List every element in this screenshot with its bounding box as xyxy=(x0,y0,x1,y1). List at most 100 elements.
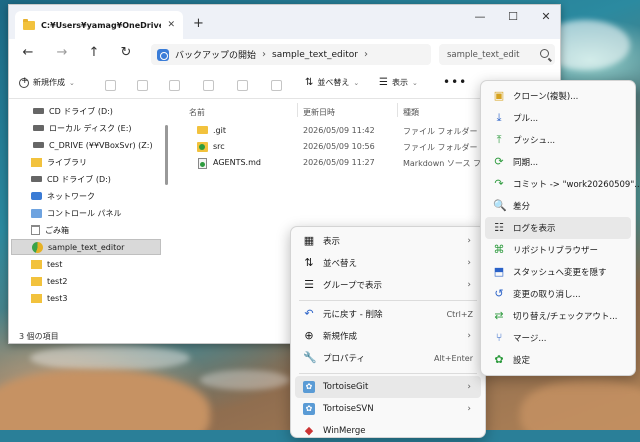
menu-item-view[interactable]: ▦ 表示 › xyxy=(295,230,481,252)
git-menu-item-diff[interactable]: 🔍 差分 xyxy=(485,195,631,217)
menu-item-label: プロパティ xyxy=(323,354,365,364)
chevron-right-icon: › xyxy=(467,280,471,290)
close-button[interactable]: ✕ xyxy=(535,10,557,23)
column-header-type[interactable]: 種類 xyxy=(403,107,419,118)
address-bar[interactable]: バックアップの開始 › sample_text_editor › xyxy=(151,44,431,65)
sidebar-item-c-drive[interactable]: C_DRIVE (¥¥VBoxSvr) (Z:) xyxy=(33,137,185,153)
minimize-button[interactable]: — xyxy=(469,10,491,23)
sidebar-item-label: test xyxy=(47,259,63,269)
scrollbar[interactable] xyxy=(165,125,168,185)
new-label: 新規作成 xyxy=(33,78,65,87)
new-tab-button[interactable]: + xyxy=(193,16,204,31)
wallpaper-sand xyxy=(0,370,210,430)
sidebar-item-sample-text-editor[interactable]: sample_text_editor xyxy=(11,239,161,255)
menu-item-label: マージ... xyxy=(513,334,547,344)
chevron-down-icon: ⌄ xyxy=(411,78,418,87)
forward-button[interactable]: → xyxy=(53,45,71,60)
menu-item-label: コミット -> "work20260509"... xyxy=(513,180,640,190)
file-date: 2026/05/09 11:27 xyxy=(303,158,375,167)
git-menu-item-switch[interactable]: ⇄ 切り替え/チェックアウト... xyxy=(485,305,631,327)
navigation-bar: ← → ↑ ↻ バックアップの開始 › sample_text_editor ›… xyxy=(9,39,560,69)
settings-icon: ✿ xyxy=(494,353,504,366)
more-options-button[interactable]: ••• xyxy=(443,75,467,89)
sidebar-item-control-panel[interactable]: コントロール パネル xyxy=(31,205,183,221)
drive-icon xyxy=(33,125,44,131)
view-button[interactable]: ☰ 表示 ⌄ xyxy=(379,77,418,88)
git-menu-item-sync[interactable]: ⟳ 同期... xyxy=(485,151,631,173)
menu-item-label: プル... xyxy=(513,114,539,124)
chevron-down-icon: ⌄ xyxy=(353,78,360,87)
column-header-date[interactable]: 更新日時 xyxy=(303,107,335,118)
menu-item-tortoisegit[interactable]: ✿ TortoiseGit › xyxy=(295,376,481,398)
up-button[interactable]: ↑ xyxy=(85,45,103,60)
menu-item-new[interactable]: ⊕ 新規作成 › xyxy=(295,325,481,347)
sidebar-item-label: コントロール パネル xyxy=(47,208,122,218)
menu-item-label: 切り替え/チェックアウト... xyxy=(513,312,618,322)
share-icon[interactable] xyxy=(237,80,248,91)
sidebar-item-cd-drive-2[interactable]: CD ドライブ (D:) xyxy=(31,171,183,187)
git-menu-item-pull[interactable]: ⤓ プル... xyxy=(485,107,631,129)
file-date: 2026/05/09 11:42 xyxy=(303,126,375,135)
rename-icon[interactable] xyxy=(203,80,214,91)
sort-button[interactable]: ⇅ 並べ替え ⌄ xyxy=(305,77,359,88)
breadcrumb-item[interactable]: バックアップの開始 xyxy=(175,48,256,61)
chevron-right-icon[interactable]: › xyxy=(364,49,368,60)
sidebar-item-test2[interactable]: test2 xyxy=(31,273,183,289)
copy-icon[interactable] xyxy=(137,80,148,91)
git-menu-item-show-log[interactable]: ☷ ログを表示 xyxy=(485,217,631,239)
search-input[interactable]: sample_text_edit xyxy=(447,50,520,60)
tab-close-icon[interactable]: ✕ xyxy=(167,20,175,30)
wallpaper-sand xyxy=(520,380,640,430)
refresh-button[interactable]: ↻ xyxy=(117,45,135,60)
file-type: ファイル フォルダー xyxy=(403,127,478,136)
sidebar-item-cd-drive[interactable]: CD ドライブ (D:) xyxy=(33,103,185,119)
explorer-tab[interactable]: C:¥Users¥yamag¥OneDrive¥デ ✕ xyxy=(15,11,183,39)
git-menu-item-merge[interactable]: ⑂ マージ... xyxy=(485,327,631,349)
sidebar-item-test3[interactable]: test3 xyxy=(31,290,183,306)
menu-item-label: 差分 xyxy=(513,202,531,212)
menu-item-sort[interactable]: ⇅ 並べ替え › xyxy=(295,252,481,274)
sidebar-item-network[interactable]: ネットワーク xyxy=(31,188,183,204)
git-menu-item-repo-browser[interactable]: ⌘ リポジトリブラウザー xyxy=(485,239,631,261)
column-divider[interactable] xyxy=(397,103,398,117)
folder-icon xyxy=(31,276,42,286)
delete-icon[interactable] xyxy=(271,80,282,91)
menu-item-tortoisesvn[interactable]: ✿ TortoiseSVN › xyxy=(295,398,481,420)
drive-icon xyxy=(33,108,44,114)
git-menu-item-push[interactable]: ⤒ プッシュ... xyxy=(485,129,631,151)
sidebar-item-recycle-bin[interactable]: ごみ箱 xyxy=(31,222,183,238)
column-header-name[interactable]: 名前 xyxy=(189,107,205,118)
command-bar: 新規作成 ⌄ ⇅ 並べ替え ⌄ ☰ 表示 ⌄ ••• xyxy=(9,71,560,99)
cut-icon[interactable] xyxy=(105,80,116,91)
git-menu-item-settings[interactable]: ✿ 設定 xyxy=(485,349,631,371)
column-divider[interactable] xyxy=(297,103,298,117)
status-bar-item-count: 3 個の項目 xyxy=(19,332,59,341)
menu-item-properties[interactable]: 🔧 プロパティ Alt+Enter xyxy=(295,347,481,369)
git-menu-item-commit[interactable]: ↷ コミット -> "work20260509"... xyxy=(485,173,640,195)
menu-item-winmerge[interactable]: ◆ WinMerge xyxy=(295,420,481,442)
menu-item-label: 表示 xyxy=(323,237,341,247)
drive-icon xyxy=(31,176,42,182)
git-menu-item-revert[interactable]: ↺ 変更の取り消し... xyxy=(485,283,631,305)
group-icon: ☰ xyxy=(304,278,314,291)
new-button[interactable]: 新規作成 ⌄ xyxy=(19,76,75,88)
menu-item-label: リポジトリブラウザー xyxy=(513,246,599,256)
maximize-button[interactable]: ☐ xyxy=(502,10,524,23)
menu-item-undo-delete[interactable]: ↶ 元に戻す - 削除 Ctrl+Z xyxy=(295,303,481,325)
sync-folder-icon xyxy=(32,241,43,253)
menu-item-group-by[interactable]: ☰ グループで表示 › xyxy=(295,274,481,296)
revert-icon: ↺ xyxy=(494,287,504,300)
search-box[interactable]: sample_text_edit xyxy=(439,44,555,65)
sidebar-item-local-disk[interactable]: ローカル ディスク (E:) xyxy=(33,120,185,136)
git-menu-item-clone[interactable]: ▣ クローン(複製)... xyxy=(485,85,631,107)
breadcrumb-item[interactable]: sample_text_editor xyxy=(272,50,358,60)
menu-item-label: 設定 xyxy=(513,356,531,366)
sidebar-item-library[interactable]: ライブラリ xyxy=(31,154,183,170)
back-button[interactable]: ← xyxy=(19,45,37,60)
tortoisesvn-icon: ✿ xyxy=(303,403,315,415)
navigation-pane: CD ドライブ (D:) ローカル ディスク (E:) C_DRIVE (¥¥V… xyxy=(9,99,169,327)
menu-item-label: ログを表示 xyxy=(513,224,556,234)
sidebar-item-test[interactable]: test xyxy=(31,256,183,272)
paste-icon[interactable] xyxy=(169,80,180,91)
git-menu-item-stash[interactable]: ⬒ スタッシュへ変更を隠す xyxy=(485,261,631,283)
